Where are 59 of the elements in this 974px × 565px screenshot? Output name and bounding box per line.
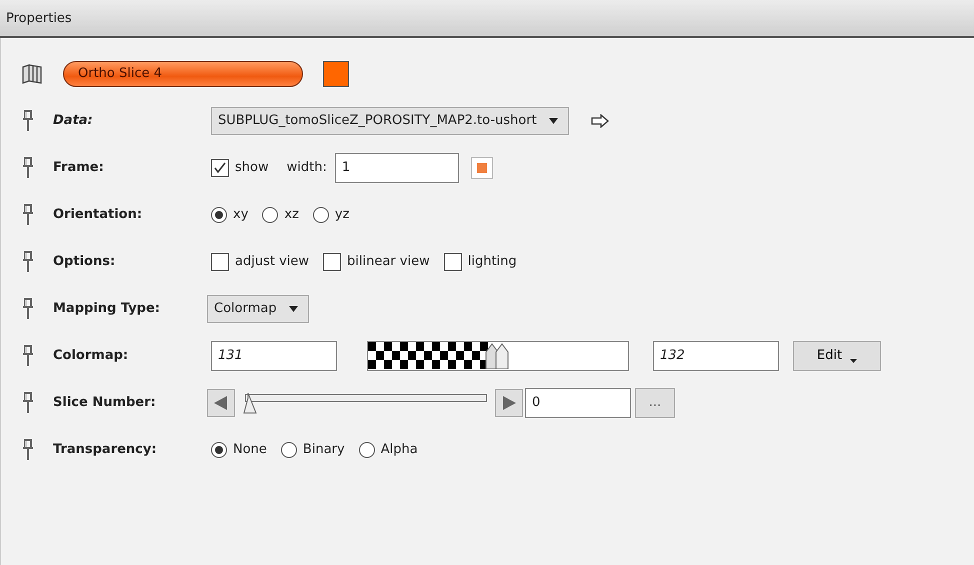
- checkbox-label: lighting: [468, 254, 517, 269]
- radio-label: yz: [334, 207, 350, 222]
- width-label: width:: [286, 160, 327, 175]
- checkbox-label: show: [235, 160, 269, 175]
- browse-button[interactable]: ...: [635, 388, 675, 418]
- left-triangle-icon: [214, 396, 228, 410]
- property-label: Mapping Type:: [53, 301, 161, 316]
- checkbox-label: adjust view: [235, 254, 310, 269]
- caret-icon: [850, 358, 858, 362]
- radio-label: Binary: [302, 442, 345, 457]
- property-label: Options:: [53, 254, 116, 269]
- pin-icon[interactable]: [21, 344, 35, 366]
- slider-thumb[interactable]: [243, 392, 257, 414]
- colormap-max-field[interactable]: 132: [653, 340, 779, 370]
- increment-button[interactable]: [495, 388, 523, 416]
- edit-button[interactable]: Edit: [793, 340, 881, 370]
- radio-button[interactable]: [211, 442, 227, 458]
- property-label: Colormap:: [53, 348, 130, 363]
- pin-icon[interactable]: [21, 204, 35, 226]
- pin-icon[interactable]: [21, 156, 35, 178]
- property-label: Orientation:: [53, 207, 144, 222]
- checkbox[interactable]: [323, 252, 342, 270]
- module-icon: [21, 62, 43, 84]
- checkbox[interactable]: [211, 158, 229, 176]
- width-field[interactable]: 1: [334, 152, 459, 182]
- colormap-min-field[interactable]: 131: [211, 340, 337, 370]
- radio-label: None: [233, 442, 267, 457]
- right-arrow-icon[interactable]: [590, 114, 609, 128]
- mapping-type-dropdown[interactable]: Colormap: [207, 294, 309, 322]
- panel-title: Properties: [6, 10, 72, 26]
- pin-icon[interactable]: [21, 392, 35, 414]
- frame-color-swatch[interactable]: [470, 156, 493, 178]
- radio-button[interactable]: [280, 442, 297, 458]
- pin-icon[interactable]: [21, 438, 35, 460]
- slice-number-field[interactable]: 0: [525, 388, 631, 418]
- property-label: Data:: [53, 113, 94, 128]
- module-color-swatch[interactable]: [323, 60, 349, 86]
- radio-button[interactable]: [312, 206, 329, 222]
- property-label: Slice Number:: [53, 395, 157, 410]
- right-triangle-icon: [502, 396, 516, 410]
- radio-button[interactable]: [211, 206, 227, 222]
- pin-icon[interactable]: [21, 298, 35, 320]
- pin-icon[interactable]: [21, 250, 35, 272]
- caret-icon: [548, 118, 558, 124]
- radio-button[interactable]: [358, 442, 375, 458]
- pin-icon[interactable]: [21, 110, 35, 132]
- property-label: Transparency:: [53, 442, 158, 457]
- property-label: Frame:: [53, 160, 105, 175]
- data-dropdown[interactable]: SUBPLUG_tomoSliceZ_POROSITY_MAP2.to-ushort: [211, 106, 569, 134]
- radio-button[interactable]: [262, 206, 278, 222]
- radio-label: xz: [284, 207, 299, 222]
- checkbox[interactable]: [211, 252, 229, 270]
- caret-icon: [288, 306, 298, 312]
- checkbox-label: bilinear view: [347, 254, 430, 269]
- module-name[interactable]: Ortho Slice 4: [63, 60, 303, 86]
- checkbox[interactable]: [444, 252, 462, 270]
- decrement-button[interactable]: [207, 388, 235, 416]
- radio-label: Alpha: [380, 442, 418, 457]
- radio-label: xy: [233, 207, 248, 222]
